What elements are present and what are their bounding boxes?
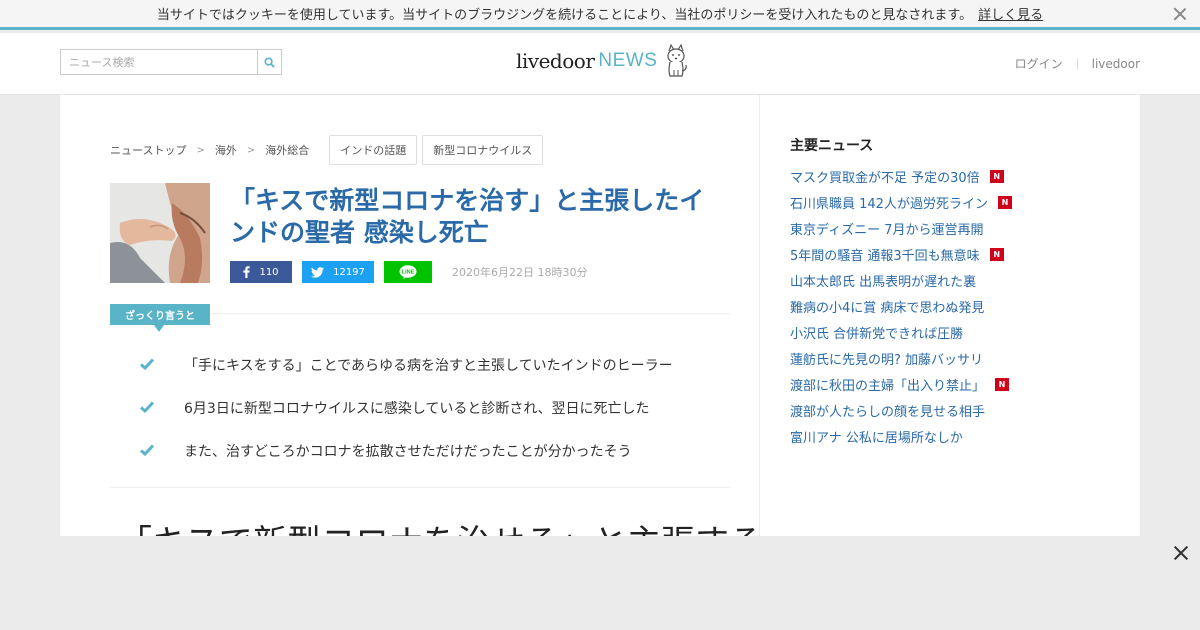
breadcrumb-item-overseas-general[interactable]: 海外総合 xyxy=(265,142,309,158)
summary-divider xyxy=(210,313,730,314)
cookie-banner: 当サイトではクッキーを使用しています。当サイトのブラウジングを続けることにより、… xyxy=(0,0,1200,30)
summary-item: 「手にキスをする」ことであらゆる病を治すと主張していたインドのヒーラー xyxy=(140,343,673,386)
news-item[interactable]: 東京ディズニー 7月から運営再開 xyxy=(790,215,1012,241)
line-icon: LINE xyxy=(399,265,417,279)
news-item-label: マスク買取金が不足 予定の30倍 xyxy=(790,170,980,186)
close-icon[interactable] xyxy=(1172,6,1188,22)
site-header: livedoor NEWS ログイン livedoor xyxy=(0,33,1200,95)
search-box xyxy=(60,49,282,75)
twitter-share-button[interactable]: 12197 xyxy=(302,261,374,283)
facebook-share-count: 110 xyxy=(259,266,279,278)
nav-divider xyxy=(1076,57,1078,70)
top-news-list: マスク買取金が不足 予定の30倍 N 石川県職員 142人が過労死ライン N 東京デ… xyxy=(790,163,1012,449)
news-item-label: 5年間の騒音 通報3千回も無意味 xyxy=(790,248,980,264)
summary-label: ざっくり言うと xyxy=(110,304,210,332)
news-item-label: 渡部が人たらしの顔を見せる相手 xyxy=(790,404,986,420)
summary-text: また、治すどころかコロナを拡散させただけだったことが分かったそう xyxy=(184,443,632,460)
cookie-details-link[interactable]: 詳しく見る xyxy=(978,4,1043,23)
dog-mascot-icon xyxy=(667,43,688,77)
news-item-label: 山本太郎氏 出馬表明が遅れた裏 xyxy=(790,274,977,290)
line-share-button[interactable]: LINE xyxy=(384,261,432,283)
news-item[interactable]: 難病の小4に賞 病床で思わぬ発見 xyxy=(790,293,1012,319)
breadcrumb: ニューストップ > 海外 > 海外総合 インドの話題 新型コロナウイルス xyxy=(110,135,544,165)
news-item-label: 蓮舫氏に先見の明? 加藤バッサリ xyxy=(790,352,984,368)
header-nav: ログイン livedoor xyxy=(1015,55,1140,72)
news-item-label: 東京ディズニー 7月から運営再開 xyxy=(790,222,984,238)
new-badge: N xyxy=(997,195,1012,209)
content-divider xyxy=(110,487,730,488)
breadcrumb-separator: > xyxy=(246,144,256,156)
news-item[interactable]: マスク買取金が不足 予定の30倍 N xyxy=(790,163,1012,189)
twitter-share-count: 12197 xyxy=(333,266,365,278)
new-badge: N xyxy=(995,377,1010,391)
news-item-label: 小沢氏 合併新党できれば圧勝 xyxy=(790,326,964,342)
breadcrumb-item-news-top[interactable]: ニューストップ xyxy=(110,142,186,158)
thumbnail-image xyxy=(110,183,210,283)
summary-item: 6月3日に新型コロナウイルスに感染していると診断され、翌日に死亡した xyxy=(140,386,673,429)
summary-item: また、治すどころかコロナを拡散させただけだったことが分かったそう xyxy=(140,429,673,472)
breadcrumb-separator: > xyxy=(196,144,205,156)
twitter-icon xyxy=(311,266,325,278)
close-icon[interactable] xyxy=(1172,544,1190,562)
checkmark-icon xyxy=(140,357,154,372)
share-bar: 110 12197 LINE 2020年6月22日 18時30分 xyxy=(230,261,587,283)
search-input[interactable] xyxy=(61,50,258,74)
checkmark-icon xyxy=(140,400,154,415)
summary-text: 6月3日に新型コロナウイルスに感染していると診断され、翌日に死亡した xyxy=(184,400,650,417)
checkmark-icon xyxy=(140,443,154,458)
news-item[interactable]: 5年間の騒音 通報3千回も無意味 N xyxy=(790,241,1012,267)
site-logo[interactable]: livedoor NEWS xyxy=(516,43,689,79)
article-title: 「キスで新型コロナを治す」と主張したインドの聖者 感染し死亡 xyxy=(230,186,705,247)
logo-text: livedoor xyxy=(516,49,595,73)
article-column: ニューストップ > 海外 > 海外総合 インドの話題 新型コロナウイルス 「キス… xyxy=(60,95,760,536)
news-item-label: 渡部に秋田の主婦「出入り禁止」 xyxy=(790,378,986,394)
livedoor-link[interactable]: livedoor xyxy=(1092,57,1140,71)
login-link[interactable]: ログイン xyxy=(1015,55,1063,72)
search-icon xyxy=(264,56,275,68)
news-item[interactable]: 渡部に秋田の主婦「出入り禁止」 N xyxy=(790,371,1012,397)
news-item[interactable]: 蓮舫氏に先見の明? 加藤バッサリ xyxy=(790,345,1012,371)
news-item[interactable]: 富川アナ 公私に居場所なしか xyxy=(790,423,1012,449)
ad-banner xyxy=(0,536,1200,630)
news-item[interactable]: 小沢氏 合併新党できれば圧勝 xyxy=(790,319,1012,345)
search-button[interactable] xyxy=(257,50,281,74)
facebook-share-button[interactable]: 110 xyxy=(230,261,292,283)
sidebar-title: 主要ニュース xyxy=(790,138,874,154)
news-item[interactable]: 石川県職員 142人が過労死ライン N xyxy=(790,189,1012,215)
tag-coronavirus[interactable]: 新型コロナウイルス xyxy=(422,135,544,165)
cookie-message: 当サイトではクッキーを使用しています。当サイトのブラウジングを続けることにより、… xyxy=(156,8,973,23)
new-badge: N xyxy=(989,247,1004,261)
news-item-label: 石川県職員 142人が過労死ライン xyxy=(790,196,988,212)
main-content: ニューストップ > 海外 > 海外総合 インドの話題 新型コロナウイルス 「キス… xyxy=(60,95,1140,536)
summary-text: 「手にキスをする」ことであらゆる病を治すと主張していたインドのヒーラー xyxy=(184,357,673,374)
publish-date: 2020年6月22日 18時30分 xyxy=(452,266,588,279)
svg-text:LINE: LINE xyxy=(402,270,415,276)
new-badge: N xyxy=(989,169,1004,183)
sidebar: 主要ニュース マスク買取金が不足 予定の30倍 N 石川県職員 142人が過労死ラ… xyxy=(790,95,1140,536)
summary-list: 「手にキスをする」ことであらゆる病を治すと主張していたインドのヒーラー 6月3日… xyxy=(140,343,673,472)
news-item-label: 富川アナ 公私に居場所なしか xyxy=(790,430,963,446)
breadcrumb-item-overseas[interactable]: 海外 xyxy=(215,142,237,158)
article-thumbnail[interactable] xyxy=(110,183,210,283)
news-item-label: 難病の小4に賞 病床で思わぬ発見 xyxy=(790,300,985,316)
logo-news: NEWS xyxy=(598,50,658,71)
news-item[interactable]: 渡部が人たらしの顔を見せる相手 xyxy=(790,397,1012,423)
tag-india[interactable]: インドの話題 xyxy=(329,135,418,165)
news-item[interactable]: 山本太郎氏 出馬表明が遅れた裏 xyxy=(790,267,1012,293)
facebook-icon xyxy=(243,266,251,278)
article-body-heading: 「キスで新型コロナを治せる」と主張すると xyxy=(118,515,759,536)
